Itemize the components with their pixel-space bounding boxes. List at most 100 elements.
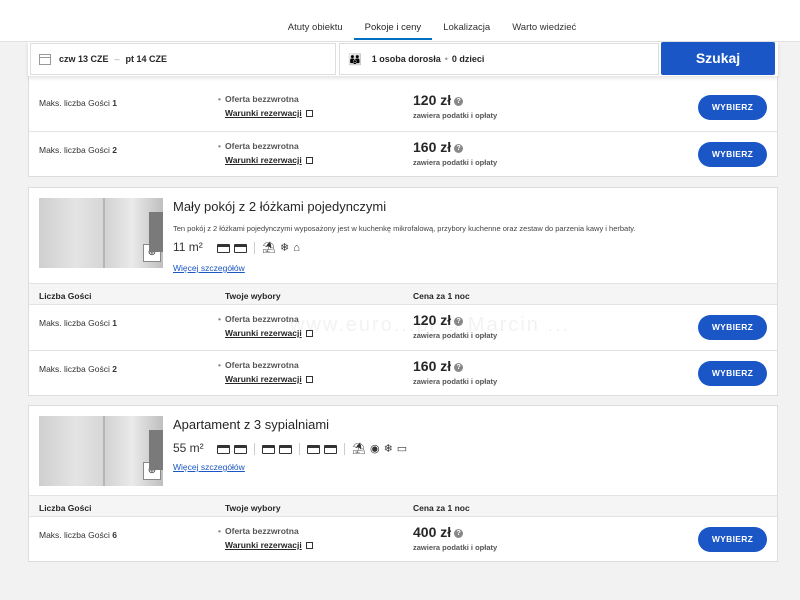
taxes-note: zawiera podatki i opłaty: [413, 158, 498, 167]
room-size: 55 m²: [173, 441, 204, 455]
date-picker[interactable]: czw 13 CZE – pt 14 CZE: [30, 43, 336, 75]
booking-terms-link[interactable]: Warunki rezerwacji: [225, 328, 313, 338]
search-button[interactable]: Szukaj: [661, 42, 775, 75]
col-choices: Twoje wybory: [225, 503, 281, 513]
room-card-2: ⊕ Mały pokój z 2 łóżkami pojedynczymi Te…: [28, 187, 778, 396]
search-bar: czw 13 CZE – pt 14 CZE 👪 1 osoba dorosła…: [28, 42, 778, 76]
taxes-note: zawiera podatki i opłaty: [413, 111, 498, 120]
taxes-note: zawiera podatki i opłaty: [413, 543, 498, 552]
single-bed-icon: [234, 243, 247, 253]
price: 160 zł?: [413, 139, 464, 155]
divider: [299, 443, 300, 455]
offer-type: Oferta bezzwrotna: [218, 360, 299, 370]
offer-type: Oferta bezzwrotna: [218, 314, 299, 324]
property-nav: Atuty obiektu Pokoje i ceny Lokalizacja …: [0, 0, 800, 42]
offer-type: Oferta bezzwrotna: [218, 526, 299, 536]
offer-type: Oferta bezzwrotna: [218, 94, 299, 104]
info-icon[interactable]: ?: [454, 143, 464, 153]
max-guests: Maks. liczba Gości 2: [39, 364, 117, 374]
amenities: ⛱ ◉ ❄ ▭: [217, 443, 407, 455]
price: 120 zł?: [413, 312, 464, 328]
table-row: Maks. liczba Gości 2 Oferta bezzwrotna W…: [29, 131, 777, 177]
info-icon[interactable]: ?: [454, 528, 464, 538]
room-title[interactable]: Apartament z 3 sypialniami: [173, 417, 329, 432]
external-link-icon: [305, 542, 313, 549]
guests-separator: •: [444, 54, 448, 64]
calendar-icon: [39, 53, 51, 65]
room-title[interactable]: Mały pokój z 2 łóżkami pojedynczymi: [173, 199, 386, 214]
table-row: Maks. liczba Gości 1 Oferta bezzwrotna W…: [29, 304, 777, 350]
taxes-note: zawiera podatki i opłaty: [413, 331, 498, 340]
max-guests: Maks. liczba Gości 6: [39, 530, 117, 540]
col-price: Cena za 1 noc: [413, 503, 470, 513]
col-choices: Twoje wybory: [225, 291, 281, 301]
table-row: Maks. liczba Gości 1 Oferta bezzwrotna W…: [29, 85, 777, 131]
single-bed-icon: [324, 444, 337, 454]
tv-icon: ▭: [396, 443, 408, 455]
price: 400 zł?: [413, 524, 464, 540]
external-link-icon: [305, 157, 313, 164]
offer-type: Oferta bezzwrotna: [218, 141, 299, 151]
tab-rooms-prices[interactable]: Pokoje i ceny: [353, 18, 433, 40]
amenities: ⛱ ❄ ⌂: [217, 242, 300, 254]
col-guests: Liczba Gości: [39, 503, 92, 513]
single-bed-icon: [307, 444, 320, 454]
more-details-link[interactable]: Więcej szczegółów: [173, 462, 245, 472]
max-guests: Maks. liczba Gości 1: [39, 98, 117, 108]
more-details-link[interactable]: Więcej szczegółów: [173, 263, 245, 273]
room-description: Ten pokój z 2 łóżkami pojedynczymi wypos…: [173, 224, 636, 233]
zoom-icon[interactable]: ⊕: [143, 462, 161, 480]
divider: [254, 242, 255, 254]
info-icon[interactable]: ?: [454, 96, 464, 106]
room-size: 11 m²: [173, 240, 203, 254]
guests-picker[interactable]: 👪 1 osoba dorosła • 0 dzieci: [339, 43, 659, 75]
col-price: Cena za 1 noc: [413, 291, 470, 301]
choose-button[interactable]: WYBIERZ: [698, 142, 767, 167]
table-row: Maks. liczba Gości 2 Oferta bezzwrotna W…: [29, 350, 777, 396]
air-conditioning-icon: ❄: [279, 242, 290, 254]
room-photo[interactable]: ⊕: [39, 416, 163, 486]
single-bed-icon: [262, 444, 275, 454]
max-guests: Maks. liczba Gości 2: [39, 145, 117, 155]
single-bed-icon: [279, 444, 292, 454]
taxes-note: zawiera podatki i opłaty: [413, 377, 498, 386]
info-icon[interactable]: ?: [454, 362, 464, 372]
booking-terms-link[interactable]: Warunki rezerwacji: [225, 374, 313, 384]
price: 120 zł?: [413, 92, 464, 108]
divider: [254, 443, 255, 455]
property-tabs: Atuty obiektu Pokoje i ceny Lokalizacja …: [0, 0, 800, 42]
divider: [344, 443, 345, 455]
terrace-icon: ⛱: [262, 242, 276, 254]
single-bed-icon: [217, 444, 230, 454]
tab-highlights[interactable]: Atuty obiektu: [277, 18, 354, 40]
date-separator: –: [114, 54, 120, 64]
air-conditioning-icon: ❄: [383, 443, 393, 455]
tab-good-to-know[interactable]: Warto wiedzieć: [501, 18, 587, 40]
external-link-icon: [305, 376, 313, 383]
choose-button[interactable]: WYBIERZ: [698, 527, 767, 552]
room-card-3: ⊕ Apartament z 3 sypialniami 55 m² ⛱ ◉ ❄…: [28, 405, 778, 562]
table-header: Liczba Gości Twoje wybory Cena za 1 noc: [29, 283, 777, 305]
info-icon[interactable]: ?: [454, 316, 464, 326]
checkin-date: czw 13 CZE: [59, 54, 109, 64]
max-guests: Maks. liczba Gości 1: [39, 318, 117, 328]
choose-button[interactable]: WYBIERZ: [698, 315, 767, 340]
booking-terms-link[interactable]: Warunki rezerwacji: [225, 155, 313, 165]
adults-count: 1 osoba dorosła: [371, 54, 441, 64]
room-photo[interactable]: ⊕: [39, 198, 163, 268]
booking-terms-link[interactable]: Warunki rezerwacji: [225, 540, 313, 550]
people-icon: 👪: [348, 53, 362, 66]
choose-button[interactable]: WYBIERZ: [698, 361, 767, 386]
tab-location[interactable]: Lokalizacja: [432, 18, 501, 40]
choose-button[interactable]: WYBIERZ: [698, 95, 767, 120]
room-card-1: Maks. liczba Gości 1 Oferta bezzwrotna W…: [28, 62, 778, 177]
external-link-icon: [305, 110, 313, 117]
booking-terms-link[interactable]: Warunki rezerwacji: [225, 108, 313, 118]
children-count: 0 dzieci: [451, 54, 485, 64]
external-link-icon: [305, 330, 313, 337]
col-guests: Liczba Gości: [39, 291, 92, 301]
single-bed-icon: [234, 444, 247, 454]
zoom-icon[interactable]: ⊕: [143, 244, 161, 262]
price: 160 zł?: [413, 358, 464, 374]
checkout-date: pt 14 CZE: [125, 54, 168, 64]
